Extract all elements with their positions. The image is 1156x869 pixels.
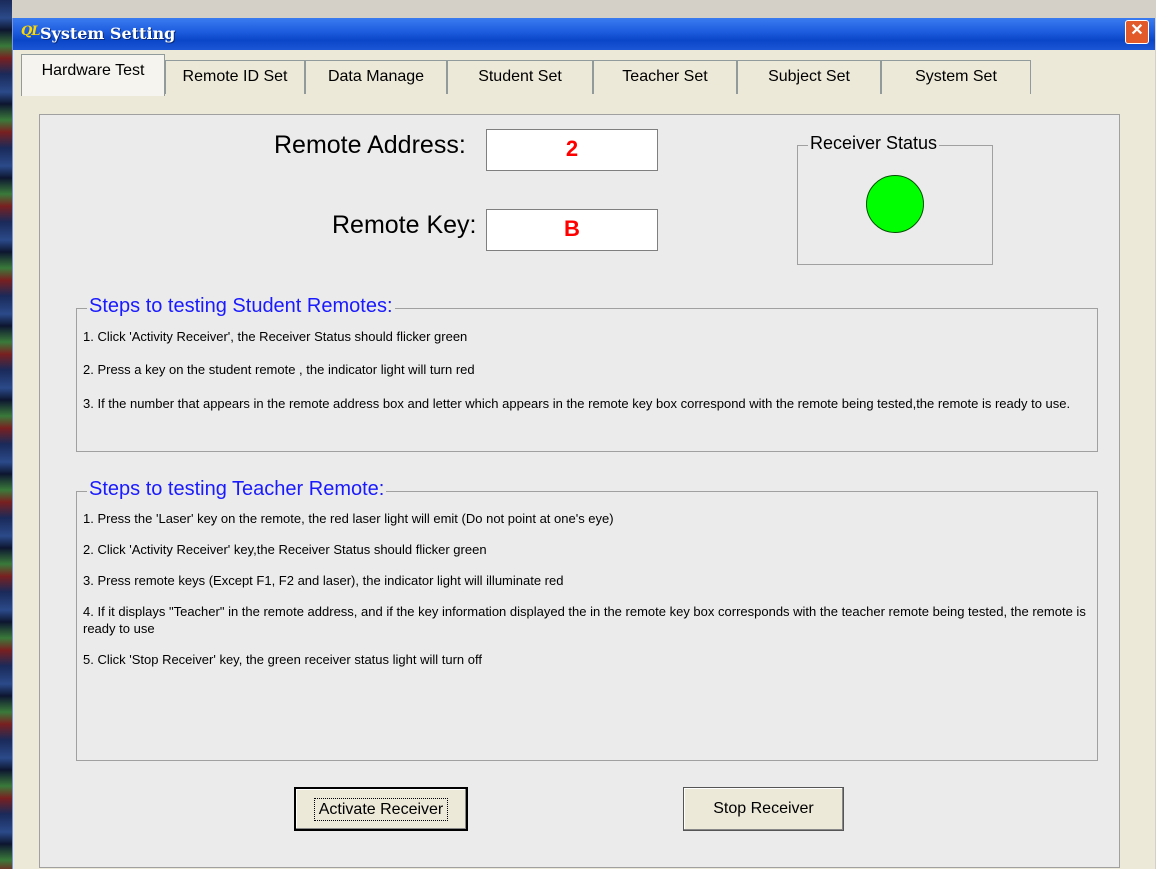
student-steps-group: Steps to testing Student Remotes: 1. Cli… xyxy=(76,295,1098,452)
teacher-step-4: 4. If it displays "Teacher" in the remot… xyxy=(83,604,1086,636)
system-setting-window: QL System Setting ✕ Hardware Test Remote… xyxy=(12,18,1155,869)
student-step-3: 3. If the number that appears in the rem… xyxy=(83,396,1071,411)
receiver-status-group: Receiver Status xyxy=(797,133,993,265)
tab-data-manage[interactable]: Data Manage xyxy=(305,60,447,94)
teacher-step-2: 2. Click 'Activity Receiver' key,the Rec… xyxy=(83,542,487,557)
receiver-status-indicator xyxy=(866,175,924,233)
tab-system-set[interactable]: System Set xyxy=(881,60,1031,94)
close-icon[interactable]: ✕ xyxy=(1125,20,1149,44)
remote-address-field[interactable]: 2 xyxy=(486,129,658,171)
tab-remote-id-set[interactable]: Remote ID Set xyxy=(165,60,305,94)
student-step-1: 1. Click 'Activity Receiver', the Receiv… xyxy=(83,329,468,344)
title-bar[interactable]: QL System Setting ✕ xyxy=(13,18,1155,50)
activate-receiver-label: Activate Receiver xyxy=(313,798,449,821)
tab-teacher-set[interactable]: Teacher Set xyxy=(593,60,737,94)
teacher-step-1: 1. Press the 'Laser' key on the remote, … xyxy=(83,511,614,526)
teacher-steps-group: Steps to testing Teacher Remote: 1. Pres… xyxy=(76,478,1098,761)
teacher-steps-title: Steps to testing Teacher Remote: xyxy=(87,478,387,501)
remote-key-field[interactable]: B xyxy=(486,209,658,251)
tab-subject-set[interactable]: Subject Set xyxy=(737,60,881,94)
app-root: QL System Setting ✕ Hardware Test Remote… xyxy=(0,0,1156,869)
app-logo-icon: QL xyxy=(21,24,40,39)
remote-address-label: Remote Address: xyxy=(274,131,466,159)
teacher-step-5: 5. Click 'Stop Receiver' key, the green … xyxy=(83,652,482,667)
hardware-test-panel: Remote Address: 2 Remote Key: B Receiver… xyxy=(39,114,1120,868)
tab-student-set[interactable]: Student Set xyxy=(447,60,593,94)
receiver-status-label: Receiver Status xyxy=(808,133,940,154)
tab-hardware-test[interactable]: Hardware Test xyxy=(21,54,165,96)
remote-key-label: Remote Key: xyxy=(332,211,477,239)
teacher-step-3: 3. Press remote keys (Except F1, F2 and … xyxy=(83,573,564,588)
desktop-background xyxy=(0,0,12,869)
activate-receiver-button[interactable]: Activate Receiver xyxy=(294,787,468,831)
window-title: System Setting xyxy=(40,24,176,43)
student-step-2: 2. Press a key on the student remote , t… xyxy=(83,362,475,377)
student-steps-title: Steps to testing Student Remotes: xyxy=(87,295,395,318)
stop-receiver-button[interactable]: Stop Receiver xyxy=(683,787,844,831)
